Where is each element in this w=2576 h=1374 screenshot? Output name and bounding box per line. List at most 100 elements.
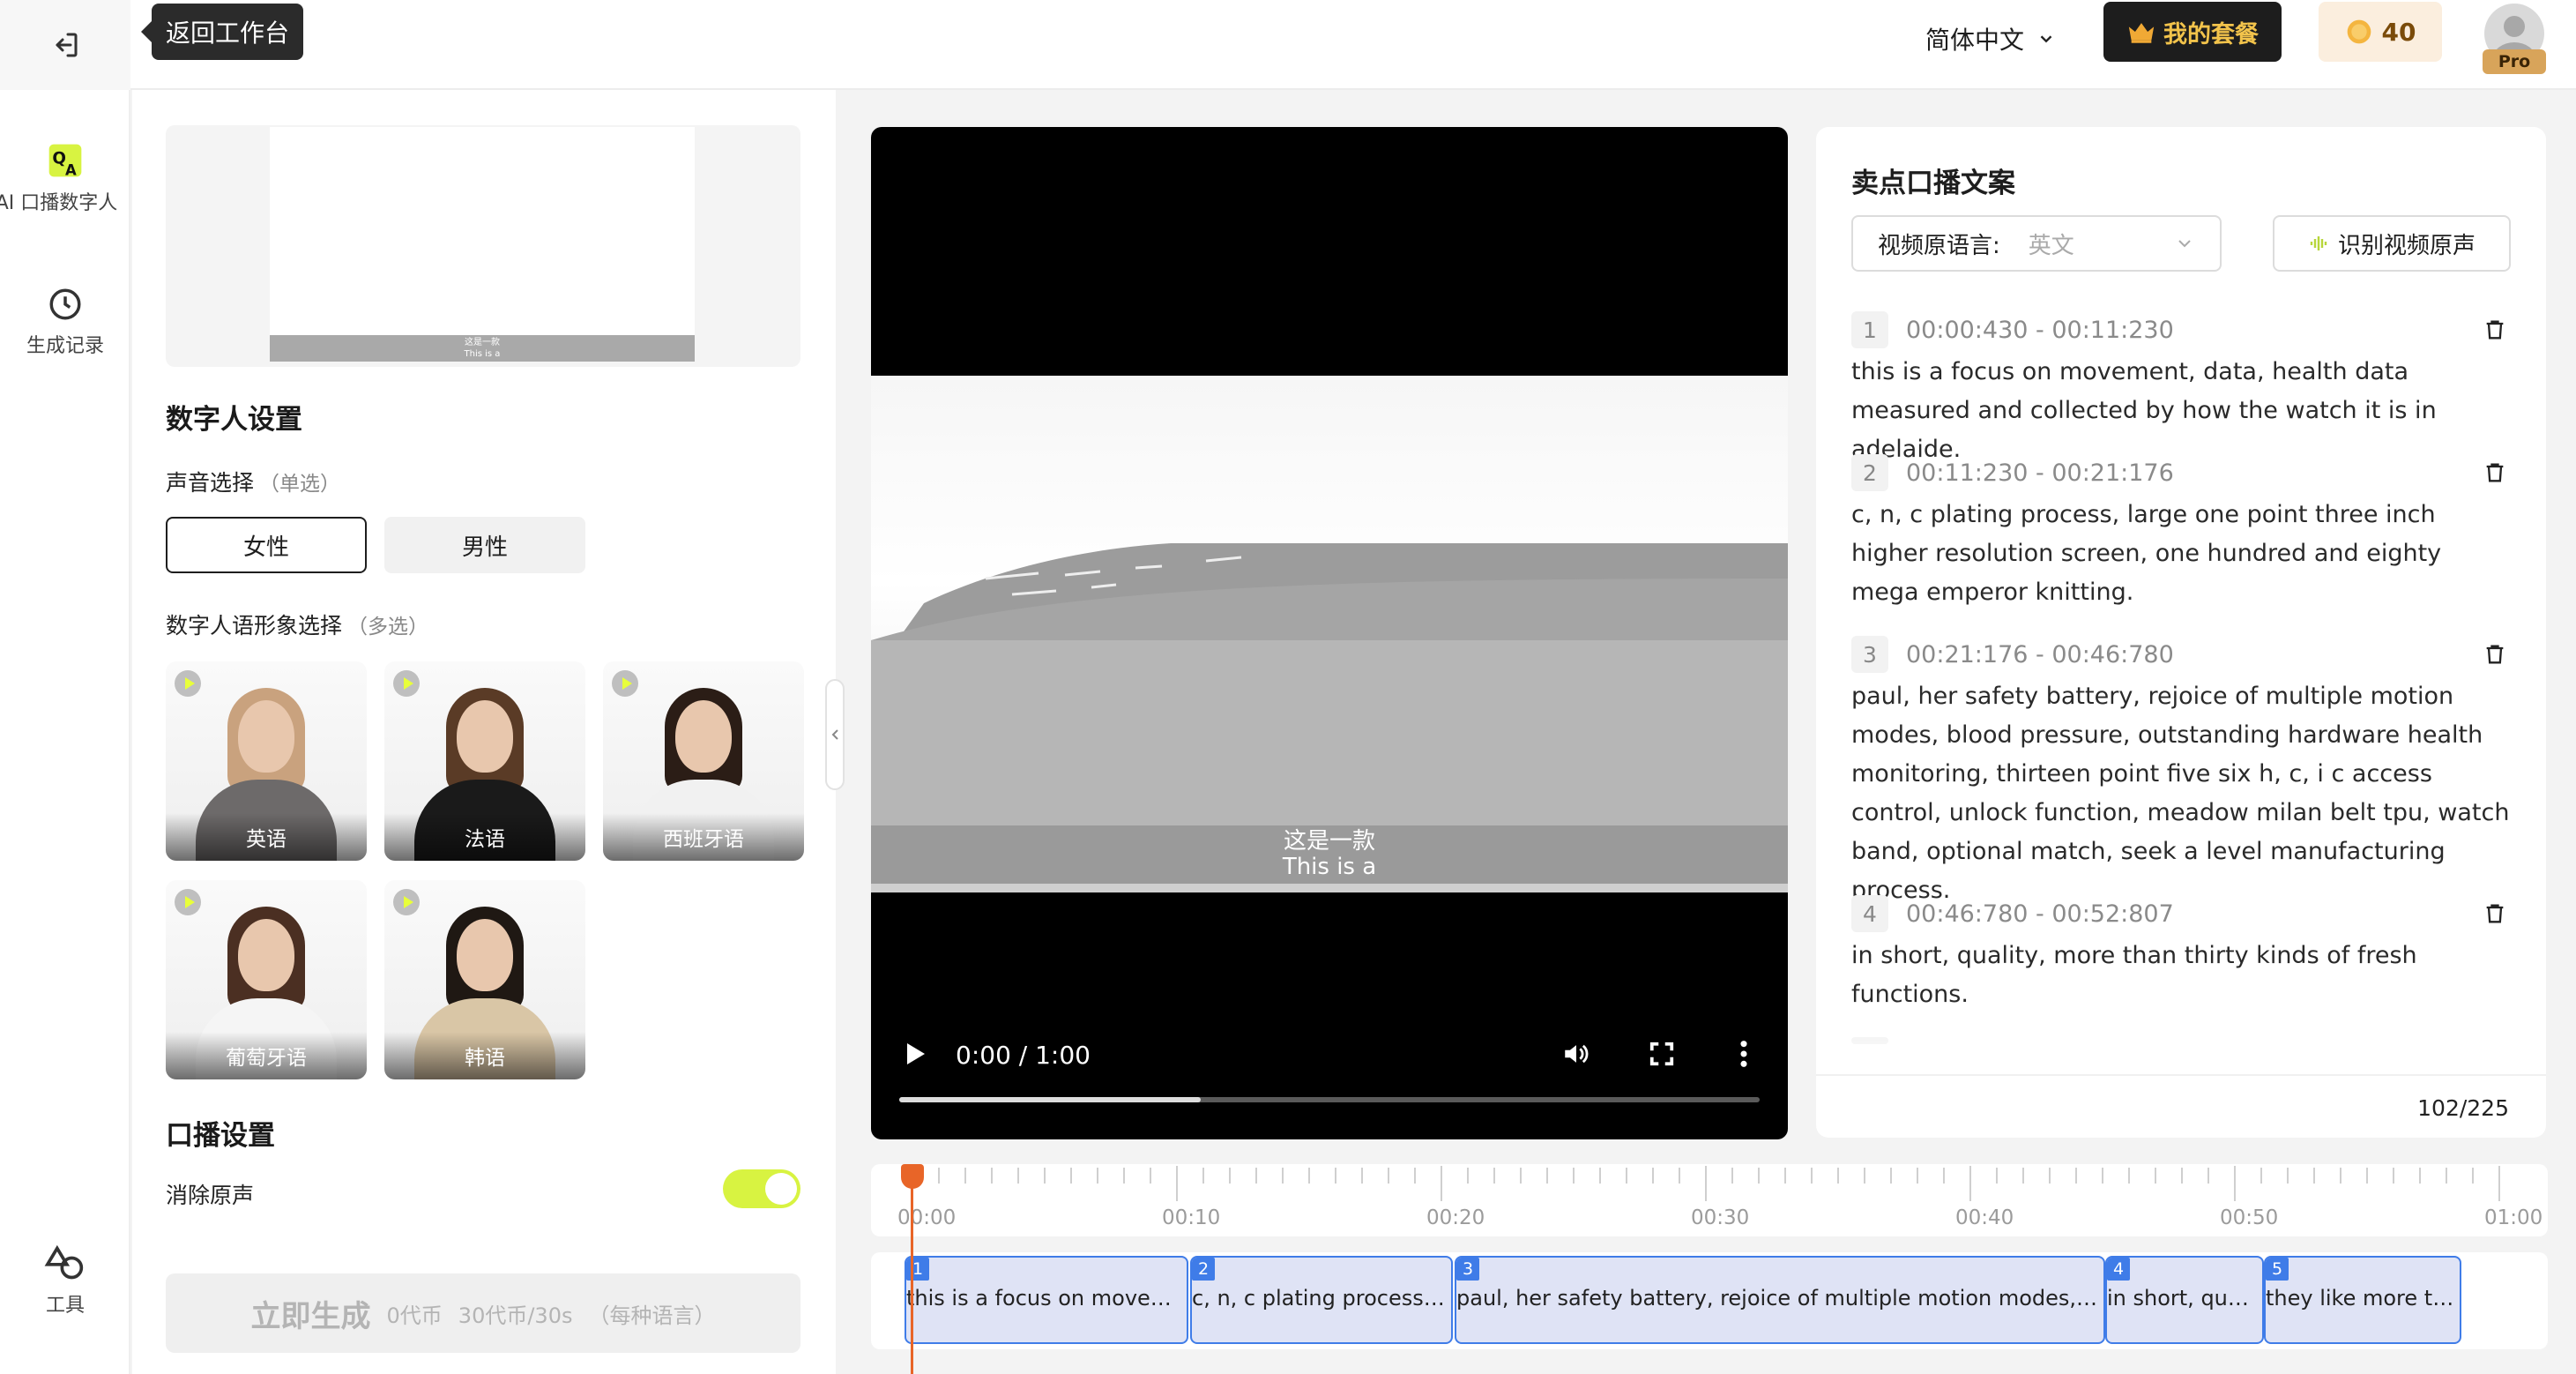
clip-text: in short, quali... <box>2107 1286 2264 1311</box>
recognize-audio-button[interactable]: 识别视频原声 <box>2273 215 2511 272</box>
timeline-minor-tick <box>2049 1168 2051 1184</box>
segment-text[interactable]: c, n, c plating process, large one point… <box>1851 496 2511 612</box>
clip-text: this is a focus on moveme... <box>906 1286 1188 1311</box>
timeline-minor-tick <box>1599 1168 1601 1184</box>
timeline-minor-tick <box>2155 1168 2156 1184</box>
play-preview-icon[interactable] <box>612 670 638 697</box>
exit-button[interactable] <box>0 0 130 90</box>
script-segment[interactable]: 3 00:21:176 - 00:46:780 paul, her safety b… <box>1851 635 2511 910</box>
timeline-minor-tick <box>2102 1168 2103 1184</box>
character-count: 102/225 <box>1816 1074 2546 1138</box>
video-caption-en: This is a <box>1282 854 1377 880</box>
timeline-minor-tick <box>2207 1168 2209 1184</box>
avatar-select-hint: （多选） <box>347 616 429 638</box>
nav-item-tools[interactable]: 工具 <box>0 1243 130 1318</box>
timeline-clip[interactable]: 1 this is a focus on moveme... <box>905 1256 1188 1344</box>
chevron-left-icon <box>831 729 838 740</box>
timeline-label: 00:40 <box>1955 1206 2014 1229</box>
my-plan-button[interactable]: 我的套餐 <box>2103 2 2282 62</box>
avatar-card[interactable]: 葡萄牙语 <box>166 880 367 1079</box>
avatar-face <box>238 700 294 773</box>
script-title: 卖点口播文案 <box>1851 168 2015 199</box>
chevron-down-icon <box>2040 35 2052 43</box>
play-button[interactable] <box>905 1041 927 1071</box>
play-preview-icon[interactable] <box>175 889 201 915</box>
segment-header: 2 00:11:230 - 00:21:176 <box>1851 453 2511 492</box>
timeline-minor-tick <box>1679 1168 1680 1184</box>
coin-icon <box>2347 19 2371 44</box>
preview-caption-en: This is a <box>464 349 501 359</box>
timeline-minor-tick <box>2181 1168 2183 1184</box>
volume-button[interactable] <box>1560 1039 1592 1072</box>
more-options-button[interactable] <box>1738 1039 1749 1072</box>
segment-header: 1 00:00:430 - 00:11:230 <box>1851 310 2511 349</box>
timeline-label: 00:00 <box>897 1206 957 1229</box>
timeline-label: 00:30 <box>1691 1206 1750 1229</box>
avatar-card[interactable]: 英语 <box>166 661 367 861</box>
avatar-language-label: 韩语 <box>384 1032 585 1079</box>
preview-caption-cn: 这是一款 <box>465 338 500 347</box>
timeline-label: 01:00 <box>2484 1206 2543 1229</box>
timeline-minor-tick <box>1864 1168 1865 1184</box>
segment-text[interactable]: this is a focus on movement, data, healt… <box>1851 353 2511 469</box>
nav-item-history[interactable]: 生成记录 <box>0 286 130 358</box>
language-select[interactable]: 简体中文 <box>1925 14 2056 63</box>
timeline-minor-tick <box>1520 1168 1522 1184</box>
video-time: 0:00 / 1:00 <box>956 1041 1091 1070</box>
remove-voice-toggle[interactable] <box>723 1169 800 1208</box>
playhead-handle[interactable] <box>901 1164 924 1189</box>
script-segment[interactable]: 1 00:00:430 - 00:11:230 this is a focus on… <box>1851 310 2511 469</box>
generate-button[interactable]: 立即生成 0代币 30代币/30s （每种语言） <box>166 1273 800 1353</box>
avatar-card[interactable]: 法语 <box>384 661 585 861</box>
timeline-clip[interactable]: 3 paul, her safety battery, rejoice of mu… <box>1455 1256 2105 1344</box>
avatar-card[interactable]: 西班牙语 <box>603 661 804 861</box>
segment-number: 4 <box>1851 895 1888 932</box>
coin-balance[interactable]: 40 <box>2319 2 2442 62</box>
avatar-settings-title: 数字人设置 <box>166 404 302 436</box>
timeline-minor-tick <box>2022 1168 2024 1184</box>
script-segment[interactable]: 4 00:46:780 - 00:52:807 in short, quality,… <box>1851 894 2511 1014</box>
volume-icon <box>1565 1044 1589 1064</box>
timeline-clip[interactable]: 4 in short, quali... <box>2105 1256 2264 1344</box>
delete-segment-button[interactable] <box>2483 459 2507 486</box>
clip-number: 5 <box>2266 1258 2289 1281</box>
delete-segment-button[interactable] <box>2483 641 2507 668</box>
segment-time: 00:11:230 - 00:21:176 <box>1906 459 2174 487</box>
script-segment[interactable]: 2 00:11:230 - 00:21:176 c, n, c plating pr… <box>1851 453 2511 612</box>
delete-segment-button[interactable] <box>2483 317 2507 343</box>
timeline-clip[interactable]: 2 c, n, c plating process, l... <box>1190 1256 1453 1344</box>
svg-text:Q: Q <box>52 150 66 168</box>
back-tooltip: 返回工作台 <box>140 4 304 60</box>
nav-item-ai-avatar[interactable]: QA AI 口播数字人 <box>0 141 130 215</box>
gender-male-button[interactable]: 男性 <box>384 517 585 573</box>
segment-text[interactable]: in short, quality, more than thirty kind… <box>1851 937 2511 1014</box>
avatar-face <box>457 919 513 991</box>
segment-number: 2 <box>1851 454 1888 491</box>
clip-number: 1 <box>906 1258 929 1281</box>
timeline-label: 00:10 <box>1162 1206 1221 1229</box>
play-preview-icon[interactable] <box>393 889 420 915</box>
language-select-label: 简体中文 <box>1925 26 2025 55</box>
trash-icon <box>2486 463 2504 482</box>
segment-text[interactable]: paul, her safety battery, rejoice of mul… <box>1851 677 2511 910</box>
play-preview-icon[interactable] <box>175 670 201 697</box>
tools-icon <box>44 1244 84 1280</box>
timeline-minor-tick <box>1811 1168 1813 1184</box>
play-preview-icon[interactable] <box>393 670 420 697</box>
timeline-minor-tick <box>1229 1168 1231 1184</box>
avatar-language-label: 西班牙语 <box>603 813 804 861</box>
timeline-minor-tick <box>1731 1168 1733 1184</box>
timeline-clip[interactable]: 5 they like more tex... <box>2264 1256 2461 1344</box>
timeline-minor-tick <box>1361 1168 1363 1184</box>
timeline-minor-tick <box>1388 1168 1389 1184</box>
panel-collapse-handle[interactable] <box>825 679 845 790</box>
avatar-face <box>238 919 294 991</box>
fullscreen-button[interactable] <box>1649 1041 1675 1071</box>
source-language-dropdown[interactable]: 视频原语言: 英文 <box>1851 215 2222 272</box>
delete-segment-button[interactable] <box>2483 900 2507 927</box>
avatar-card[interactable]: 韩语 <box>384 880 585 1079</box>
gender-female-button[interactable]: 女性 <box>166 517 367 573</box>
timeline-major-tick <box>2234 1166 2236 1201</box>
timeline-minor-tick <box>2472 1168 2474 1184</box>
timeline-minor-tick <box>938 1168 940 1184</box>
